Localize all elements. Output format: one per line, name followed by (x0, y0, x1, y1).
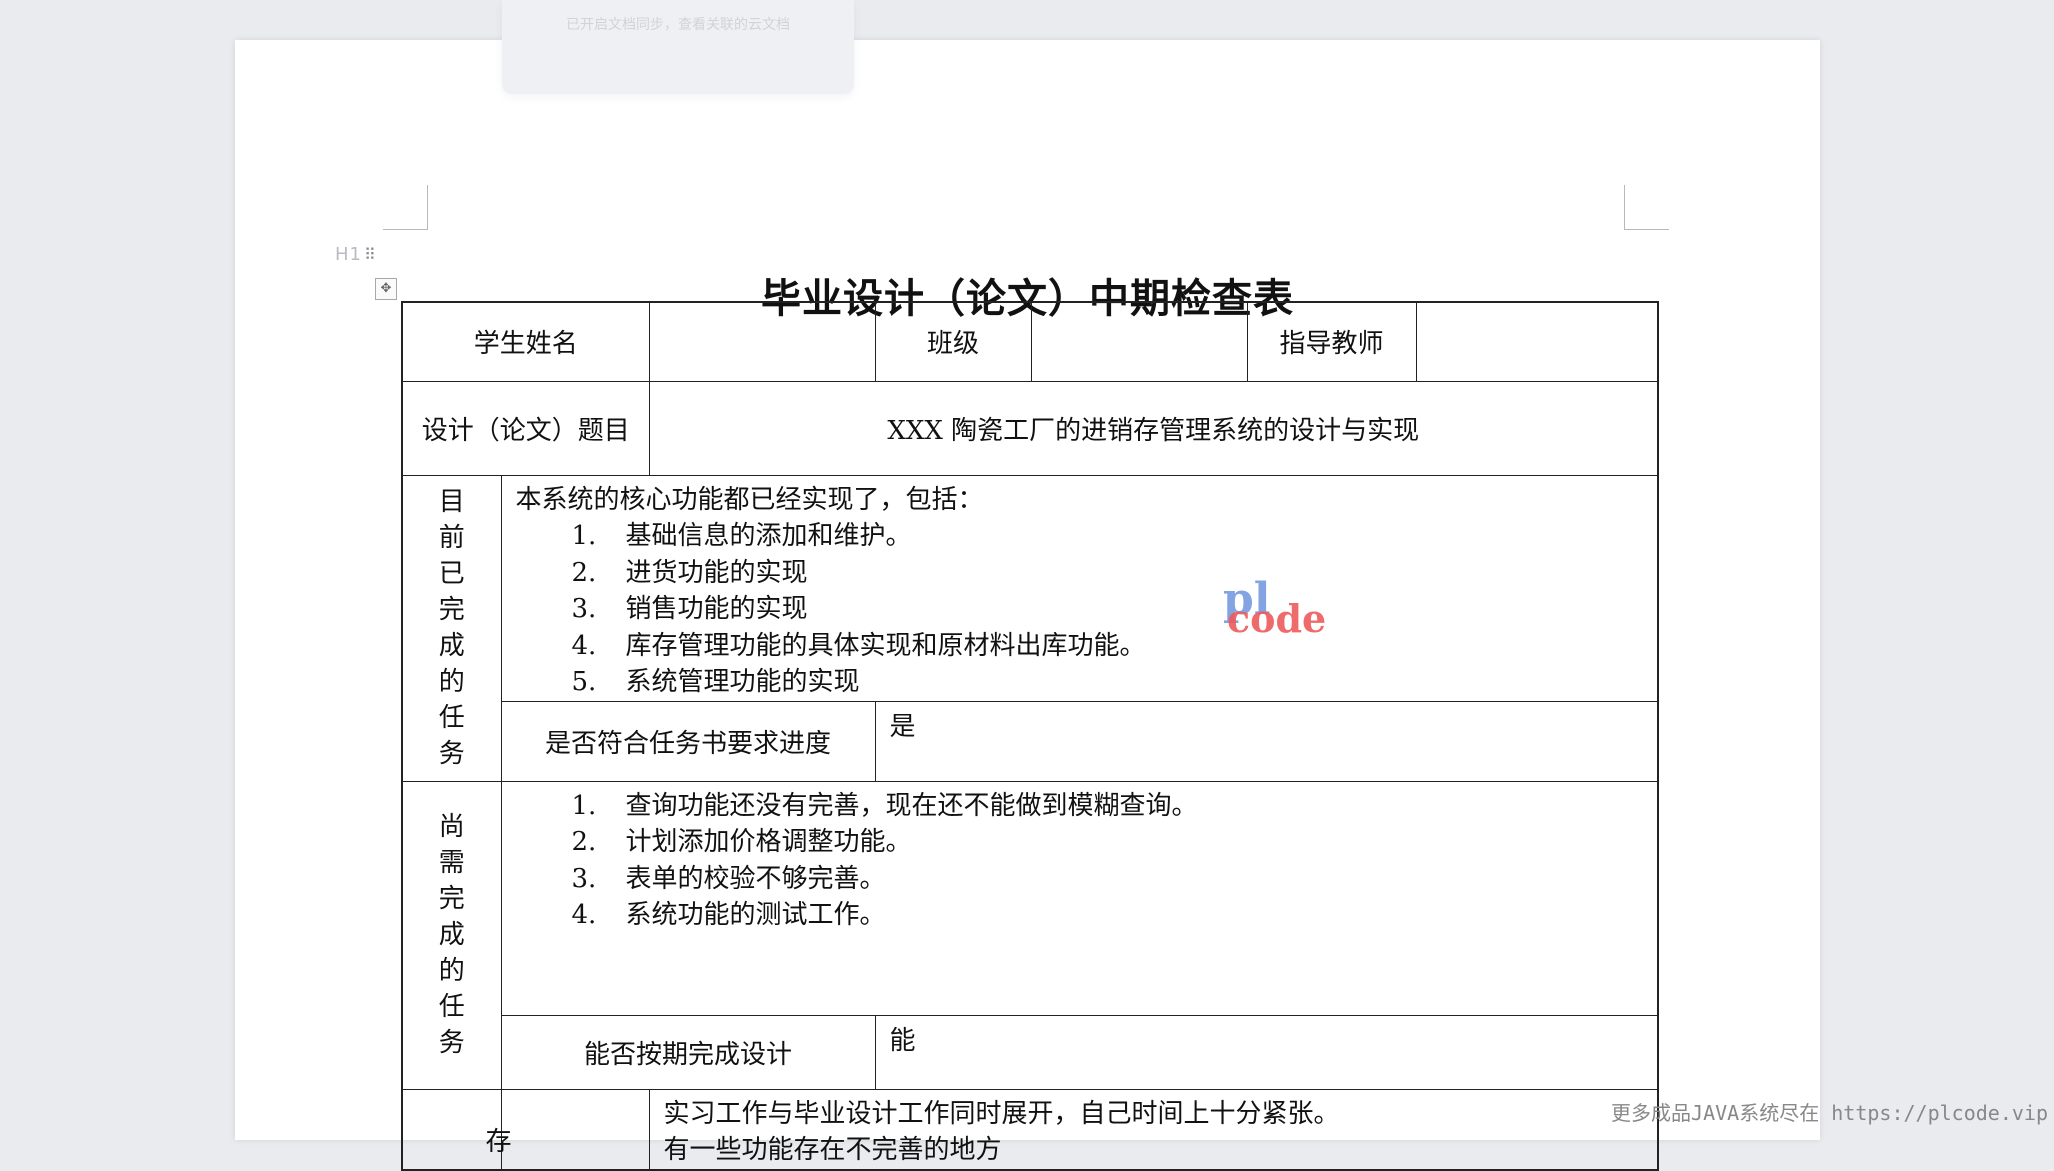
label-char: 尚 (438, 812, 465, 842)
list-number: 3. (571, 594, 597, 624)
table-row: 尚 需 完 成 的 任 务 1. 查询功能还没有完善，现在还不能做到模糊查询。 2… (401, 780, 1659, 1090)
heading-level-marker[interactable]: H1 ⠿ (335, 244, 377, 265)
crop-mark-top-left (383, 185, 428, 230)
list-text: 销售功能的实现 (625, 594, 808, 624)
label-char: 的 (438, 956, 465, 986)
student-name-label: 学生姓名 (401, 301, 650, 382)
progress-label: 是否符合任务书要求进度 (500, 700, 876, 782)
label-char: 完 (438, 595, 465, 625)
label-char: 务 (438, 1028, 465, 1058)
list-number: 4. (571, 900, 597, 930)
list-item: 4. 库存管理功能的具体实现和原材料出库功能。 (516, 628, 1644, 665)
drag-grip-icon[interactable]: ⠿ (364, 245, 377, 264)
remaining-tasks-content[interactable]: 1. 查询功能还没有完善，现在还不能做到模糊查询。 2. 计划添加价格调整功能。 3… (500, 780, 1659, 1016)
list-number: 5. (571, 667, 597, 697)
ontime-answer[interactable]: 能 (874, 1014, 1659, 1090)
label-char: 的 (438, 667, 465, 697)
label-char: 成 (438, 631, 465, 661)
problems-line-1: 实习工作与毕业设计工作同时展开，自己时间上十分紧张。 (663, 1098, 1340, 1129)
document-page: H1 ⠿ ✥ 毕业设计（论文）中期检查表 学生姓名 班级 指导教师 设计（论文）题… (235, 40, 1820, 1171)
list-item: 2. 进货功能的实现 (516, 555, 1644, 592)
list-item: 3. 表单的校验不够完善。 (516, 861, 1644, 898)
list-item: 1. 基础信息的添加和维护。 (516, 518, 1644, 555)
list-text: 系统功能的测试工作。 (625, 900, 886, 930)
completed-tasks-label: 目 前 已 完 成 的 任 务 (401, 474, 502, 782)
list-text: 计划添加价格调整功能。 (625, 827, 912, 857)
remaining-list: 1. 查询功能还没有完善，现在还不能做到模糊查询。 2. 计划添加价格调整功能。 3… (516, 788, 1644, 934)
table-row: 学生姓名 班级 指导教师 (401, 301, 1659, 382)
problems-content[interactable]: 实习工作与毕业设计工作同时展开，自己时间上十分紧张。 有一些功能存在不完善的地方 (648, 1088, 1659, 1170)
list-text: 查询功能还没有完善，现在还不能做到模糊查询。 (625, 790, 1198, 821)
list-item: 4. 系统功能的测试工作。 (516, 897, 1644, 934)
table-row: 能否按期完成设计 能 (402, 1014, 1659, 1090)
list-item: 1. 查询功能还没有完善，现在还不能做到模糊查询。 (516, 788, 1644, 825)
completed-tasks-content[interactable]: 本系统的核心功能都已经实现了，包括： 1. 基础信息的添加和维护。 2. 进货功能的… (500, 474, 1659, 702)
label-char: 需 (438, 848, 465, 878)
table-row: 设计（论文）题目 XXX 陶瓷工厂的进销存管理系统的设计与实现 (401, 380, 1659, 476)
list-item: 3. 销售功能的实现 (516, 591, 1644, 628)
heading-level-label: H1 (335, 244, 362, 265)
advisor-field[interactable] (1415, 301, 1659, 382)
label-char: 前 (438, 523, 465, 553)
completed-list: 1. 基础信息的添加和维护。 2. 进货功能的实现 3. 销售功能的实现 4. 库存管理… (516, 518, 1644, 701)
list-number: 1. (571, 521, 597, 551)
list-number: 2. (571, 557, 597, 588)
label-char: 任 (438, 703, 465, 733)
midterm-check-table: 学生姓名 班级 指导教师 设计（论文）题目 XXX 陶瓷工厂的进销存管理系统的设… (401, 301, 1660, 1171)
list-number: 1. (571, 790, 597, 821)
class-field[interactable] (1030, 301, 1248, 382)
list-text: 基础信息的添加和维护。 (625, 521, 912, 551)
list-number: 4. (571, 630, 597, 661)
crop-mark-top-right (1624, 185, 1669, 230)
sync-toast: 已开启文档同步，查看关联的云文档 (502, 0, 854, 94)
list-text: 进货功能的实现 (625, 557, 808, 588)
list-number: 2. (571, 827, 597, 857)
table-row: 是否符合任务书要求进度 是 (402, 700, 1659, 782)
label-char: 已 (438, 559, 465, 589)
progress-answer[interactable]: 是 (874, 700, 1659, 782)
list-text: 系统管理功能的实现 (625, 667, 860, 697)
completed-intro: 本系统的核心功能都已经实现了，包括： (515, 484, 984, 515)
list-text: 表单的校验不够完善。 (625, 863, 886, 894)
table-row: 存 实习工作与毕业设计工作同时展开，自己时间上十分紧张。 有一些功能存在不完善的… (401, 1088, 1659, 1170)
ontime-label: 能否按期完成设计 (500, 1014, 876, 1090)
label-char: 成 (438, 920, 465, 950)
advisor-label: 指导教师 (1246, 301, 1417, 382)
student-name-field[interactable] (648, 301, 876, 382)
problems-sub-label-char: 存 (485, 1126, 512, 1157)
label-char: 务 (438, 739, 465, 769)
list-number: 3. (571, 863, 597, 894)
footer-watermark-text: 更多成品JAVA系统尽在 https://plcode.vip (1611, 1101, 2048, 1125)
problems-line-2: 有一些功能存在不完善的地方 (663, 1135, 1002, 1165)
topic-field[interactable]: XXX 陶瓷工厂的进销存管理系统的设计与实现 (648, 380, 1659, 476)
label-char: 目 (438, 487, 465, 517)
table-row: 目 前 已 完 成 的 任 务 本系统的核心功能都已经实现了，包括： 1. 基础信… (401, 474, 1659, 782)
label-char: 完 (438, 884, 465, 914)
topic-label: 设计（论文）题目 (401, 380, 650, 476)
label-char: 任 (438, 992, 465, 1022)
class-label: 班级 (874, 301, 1032, 382)
list-text: 库存管理功能的具体实现和原材料出库功能。 (625, 630, 1146, 661)
problems-sub-label: 存 (485, 1088, 650, 1170)
remaining-tasks-label: 尚 需 完 成 的 任 务 (401, 780, 502, 1090)
list-item: 5. 系统管理功能的实现 (516, 664, 1644, 701)
list-item: 2. 计划添加价格调整功能。 (516, 824, 1644, 861)
